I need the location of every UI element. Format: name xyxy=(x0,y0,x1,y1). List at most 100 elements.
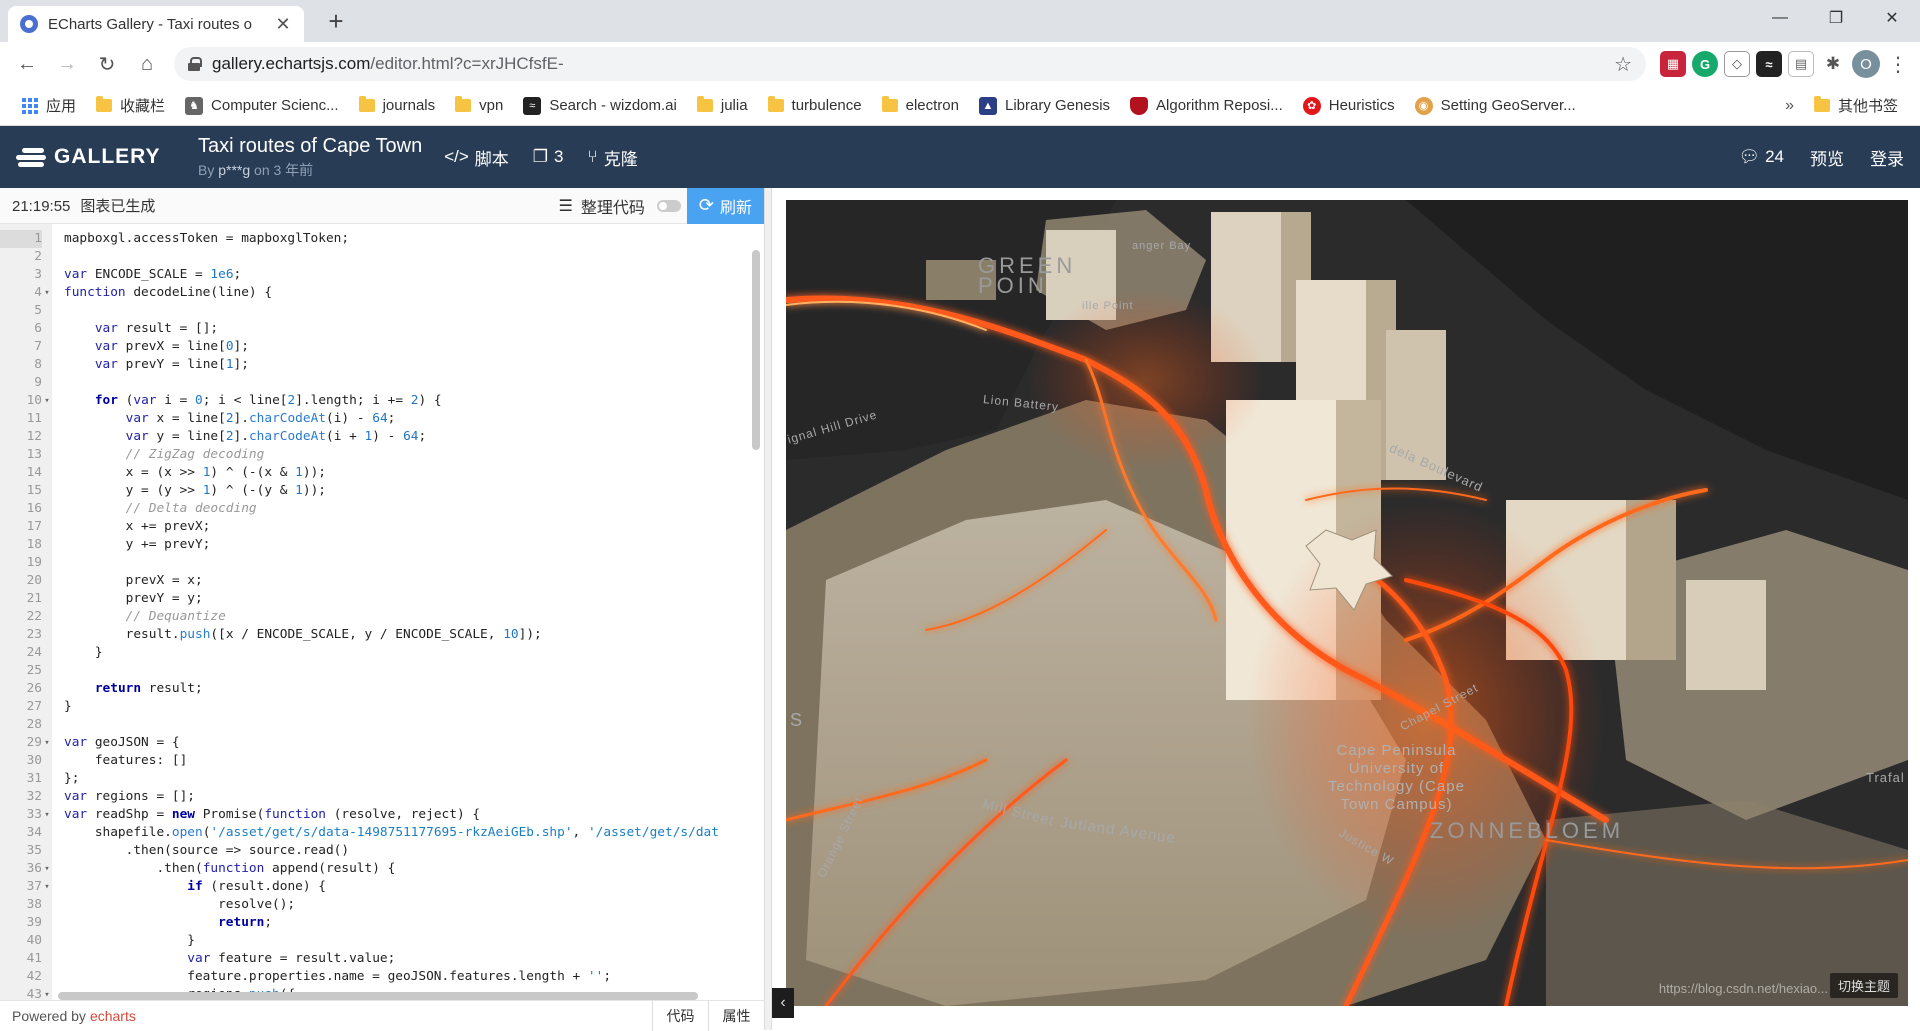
bookmark-heuristics[interactable]: ✿ Heuristics xyxy=(1293,92,1405,120)
map-view[interactable]: GREEN POIN anger Bay ille Point Lion Batt… xyxy=(786,200,1908,1006)
bookmark-label: vpn xyxy=(479,97,504,114)
home-button[interactable]: ⌂ xyxy=(130,47,164,81)
profile-avatar[interactable]: O xyxy=(1852,50,1880,78)
address-bar[interactable]: gallery.echartsjs.com/editor.html?c=xrJH… xyxy=(174,47,1646,81)
map-label-zonnebloem: ZONNEBLOEM xyxy=(1430,818,1625,843)
byline-time: on 3 年前 xyxy=(254,161,314,178)
code-line: 27} xyxy=(26,699,72,714)
preview-link[interactable]: 预览 xyxy=(1810,145,1844,170)
bookmark-favorites[interactable]: 收藏栏 xyxy=(86,92,175,120)
horizontal-scrollbar[interactable] xyxy=(58,992,698,1000)
code-line: 21 prevY = y; xyxy=(26,591,203,606)
browser-tab[interactable]: ECharts Gallery - Taxi routes o ✕ xyxy=(8,6,304,42)
back-button[interactable]: ← xyxy=(10,47,44,81)
code-line: 3 var ENCODE_SCALE = 1e6; xyxy=(34,267,242,282)
document-extension-icon[interactable]: ▤ xyxy=(1788,51,1814,77)
tag-extension-icon[interactable]: ◇ xyxy=(1724,51,1750,77)
code-line: 38 resolve(); xyxy=(26,897,296,912)
auto-run-toggle[interactable] xyxy=(656,199,681,212)
code-line: 41 var feature = result.value; xyxy=(26,951,396,966)
bookmark-electron[interactable]: electron xyxy=(872,92,969,120)
map-label-granger-bay: anger Bay xyxy=(1132,240,1192,252)
clone-button[interactable]: ⑂ 克隆 xyxy=(588,145,638,170)
browser-toolbar: ← → ↻ ⌂ gallery.echartsjs.com/editor.htm… xyxy=(0,42,1920,86)
comments-button[interactable]: 💬︎ 24 xyxy=(1738,147,1784,167)
author-name[interactable]: p***g xyxy=(218,162,250,178)
bookmark-label: Setting GeoServer... xyxy=(1440,97,1576,114)
vertical-scrollbar[interactable] xyxy=(752,250,760,450)
bookmark-julia[interactable]: julia xyxy=(687,92,758,120)
echarts-logo-icon xyxy=(16,145,46,169)
bookmark-label: Heuristics xyxy=(1328,97,1395,114)
script-button[interactable]: </> 脚本 xyxy=(444,145,509,170)
refresh-button[interactable]: ⟳ 刷新 xyxy=(686,187,764,224)
traffic-hotspot xyxy=(1026,290,1266,470)
lock-icon[interactable] xyxy=(188,57,202,71)
bookmark-geoserver[interactable]: ◉ Setting GeoServer... xyxy=(1405,92,1586,120)
forward-button[interactable]: → xyxy=(50,47,84,81)
bookmark-journals[interactable]: journals xyxy=(349,92,446,120)
restore-button[interactable]: ❐ xyxy=(1808,0,1864,36)
code-line: 23 result.push([x / ENCODE_SCALE, y / EN… xyxy=(26,627,542,642)
minimize-button[interactable]: — xyxy=(1752,0,1808,36)
comments-count: 24 xyxy=(1765,147,1784,166)
bookmark-algorithm-repository[interactable]: Algorithm Reposi... xyxy=(1120,92,1293,120)
folder-icon xyxy=(358,96,375,112)
code-line: 12 var y = line[2].charCodeAt(i + 1) - 6… xyxy=(26,429,427,444)
forks-button[interactable]: ❐ 3 xyxy=(533,147,564,167)
extension-icon-1[interactable]: ▦ xyxy=(1660,51,1686,77)
chevron-left-icon: ‹ xyxy=(780,994,786,1011)
fork-icon: ⑂ xyxy=(587,147,598,166)
code-line: 4 ▾ function decodeLine(line) { xyxy=(34,285,273,300)
login-link[interactable]: 登录 xyxy=(1870,145,1904,170)
heuristics-icon: ✿ xyxy=(1302,96,1321,115)
folder-icon xyxy=(767,96,784,112)
collapse-panel-button[interactable]: ‹ xyxy=(772,988,794,1018)
tab-code[interactable]: 代码 xyxy=(652,1000,708,1031)
code-line: 35 .then(source => source.read() xyxy=(26,843,350,858)
code-line: 24 } xyxy=(26,645,103,660)
switch-theme-button[interactable]: 切换主题 xyxy=(1829,973,1898,998)
folder-icon xyxy=(455,96,472,112)
tab-properties[interactable]: 属性 xyxy=(708,1000,764,1031)
wizdom-extension-icon[interactable]: ≈ xyxy=(1756,51,1782,77)
gallery-logo[interactable]: GALLERY xyxy=(16,145,198,169)
format-code-button[interactable]: ☰ 整理代码 xyxy=(559,194,645,218)
code-line: 37 ▾ if (result.done) { xyxy=(26,879,326,894)
close-icon[interactable]: ✕ xyxy=(274,14,292,35)
code-line: 26 return result; xyxy=(26,681,203,696)
map-label-side: S xyxy=(790,710,804,730)
bookmark-library-genesis[interactable]: ▲ Library Genesis xyxy=(969,92,1120,120)
code-line: 19 xyxy=(26,555,42,570)
code-line: 6 var result = []; xyxy=(34,321,219,336)
close-window-button[interactable]: ✕ xyxy=(1864,0,1920,36)
code-line: 39 return; xyxy=(26,915,273,930)
clone-label: 克隆 xyxy=(603,149,638,169)
geoserver-icon: ◉ xyxy=(1414,96,1433,115)
editor-footer: Powered by echarts 代码 属性 xyxy=(0,1000,764,1031)
libgen-icon: ▲ xyxy=(978,96,997,115)
reload-button[interactable]: ↻ xyxy=(90,47,124,81)
panel-splitter[interactable] xyxy=(764,188,772,1030)
header-right: 💬︎ 24 预览 登录 xyxy=(1738,145,1904,170)
bookmark-turbulence[interactable]: turbulence xyxy=(758,92,872,120)
cs-icon: ♞ xyxy=(185,96,204,115)
watermark-text: https://blog.csdn.net/hexiao... xyxy=(1658,981,1828,996)
folder-icon xyxy=(881,96,898,112)
bookmark-other[interactable]: 其他书签 xyxy=(1804,92,1908,120)
bookmarks-bar: 应用 收藏栏 ♞ Computer Scienc... journals vpn… xyxy=(0,86,1920,126)
bookmark-star-icon[interactable]: ☆ xyxy=(1614,52,1632,77)
bookmark-computer-science[interactable]: ♞ Computer Scienc... xyxy=(175,92,349,120)
bookmarks-overflow-button[interactable]: » xyxy=(1775,97,1804,115)
code-line: 8 var prevY = line[1]; xyxy=(34,357,249,372)
bookmark-apps[interactable]: 应用 xyxy=(12,92,86,120)
puzzle-extensions-icon[interactable]: ✱ xyxy=(1820,51,1846,77)
code-editor[interactable]: 1 mapboxgl.accessToken = mapboxglToken; 2… xyxy=(0,224,764,1000)
browser-menu-icon[interactable]: ⋮ xyxy=(1886,52,1910,77)
bookmark-wizdom[interactable]: ≈ Search - wizdom.ai xyxy=(513,92,687,120)
grammarly-icon[interactable]: G xyxy=(1692,51,1718,77)
bookmark-label: Library Genesis xyxy=(1004,97,1111,114)
new-tab-button[interactable]: + xyxy=(320,6,352,38)
echarts-link[interactable]: echarts xyxy=(90,1008,136,1024)
bookmark-vpn[interactable]: vpn xyxy=(445,92,513,120)
